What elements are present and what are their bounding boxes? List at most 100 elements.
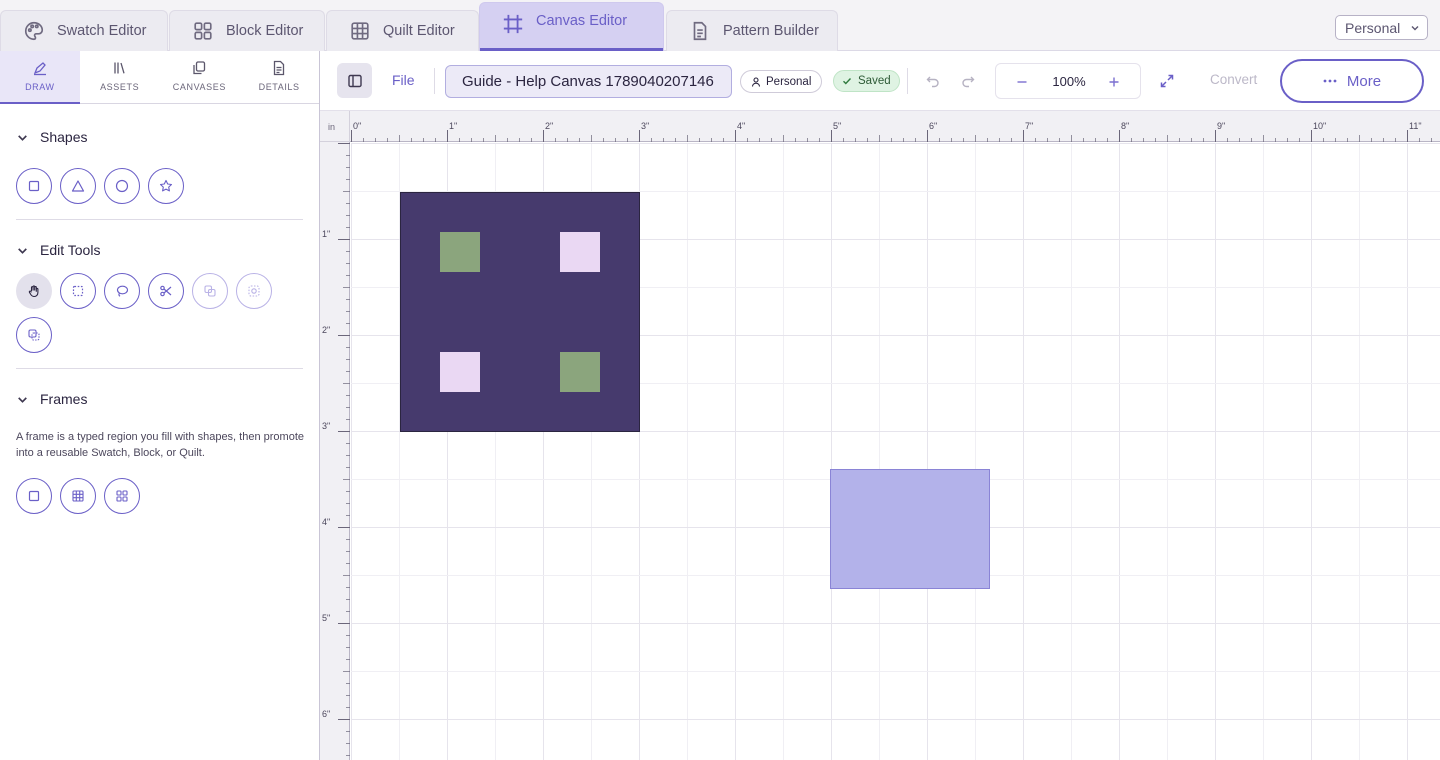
sidebar-tab-label: ASSETS bbox=[100, 82, 140, 92]
lilac-square-shape[interactable] bbox=[560, 232, 600, 272]
expand-icon bbox=[1160, 74, 1174, 88]
block-frame-tool[interactable] bbox=[104, 478, 140, 514]
horizontal-ruler: 0" 1" 2" 3" 4" 5" 6" 7" 8" 9" 10" 11" bbox=[350, 111, 1440, 142]
vertical-ruler-ticks: 1" 2" 3" 4" 5" 6" bbox=[322, 143, 350, 756]
ruler-label: 0" bbox=[353, 121, 361, 131]
design-canvas[interactable]: in 0" 1" 2" 3" 4" 5" 6" 7" 8" 9" 10" 11" 1" 2" 3" 4" 5"… bbox=[320, 111, 1440, 760]
sage-square-shape[interactable] bbox=[440, 232, 480, 272]
vertical-ruler: 1" 2" 3" 4" 5" 6" bbox=[320, 142, 350, 760]
fit-to-screen-button[interactable] bbox=[1156, 70, 1178, 92]
selected-rectangle-shape[interactable] bbox=[830, 469, 990, 589]
workspace-select-value: Personal bbox=[1345, 19, 1401, 36]
merge-tool[interactable] bbox=[192, 273, 228, 309]
sidebar-tab-details[interactable]: DETAILS bbox=[239, 51, 319, 104]
redo-icon bbox=[962, 76, 975, 88]
editor-tab-bar: Swatch Editor Block Editor Quilt Editor … bbox=[0, 0, 1440, 51]
ruler-label: 5" bbox=[833, 121, 841, 131]
tab-label: Canvas Editor bbox=[536, 13, 628, 29]
hand-icon bbox=[28, 285, 39, 298]
lasso-tool[interactable] bbox=[104, 273, 140, 309]
saved-status-badge: Saved bbox=[833, 70, 900, 92]
check-icon bbox=[843, 78, 852, 85]
saved-status-label: Saved bbox=[858, 75, 891, 87]
details-icon bbox=[271, 60, 287, 76]
file-menu-button[interactable]: File bbox=[392, 72, 415, 88]
chevron-down-icon bbox=[16, 244, 29, 257]
owner-badge-label: Personal bbox=[766, 75, 812, 88]
sidebar-tab-canvases[interactable]: CANVASES bbox=[160, 51, 240, 104]
scissors-icon bbox=[160, 285, 172, 297]
tab-label: Block Editor bbox=[226, 23, 304, 39]
ruler-label: 11" bbox=[1409, 121, 1422, 131]
library-icon bbox=[112, 60, 128, 76]
more-dots-icon bbox=[1323, 79, 1337, 83]
section-title: Frames bbox=[40, 391, 88, 407]
lasso-icon bbox=[116, 285, 129, 297]
grid-2x2-icon bbox=[116, 490, 128, 502]
tab-swatch-editor[interactable]: Swatch Editor bbox=[0, 10, 168, 51]
square-shape-tool[interactable] bbox=[16, 168, 52, 204]
canvas-title-input[interactable] bbox=[445, 65, 732, 98]
horizontal-ruler-ticks: 0" 1" 2" 3" 4" 5" 6" 7" 8" 9" 10" 11" bbox=[351, 121, 1432, 142]
triangle-shape-tool[interactable] bbox=[60, 168, 96, 204]
chevron-down-icon bbox=[16, 393, 29, 406]
toggle-sidebar-button[interactable] bbox=[337, 63, 372, 98]
section-title: Edit Tools bbox=[40, 242, 101, 258]
sidebar-tab-label: CANVASES bbox=[172, 82, 226, 92]
tab-quilt-editor[interactable]: Quilt Editor bbox=[326, 10, 479, 51]
pan-tool[interactable] bbox=[16, 273, 52, 309]
cut-tool[interactable] bbox=[148, 273, 184, 309]
section-header-shapes[interactable]: Shapes bbox=[16, 129, 87, 145]
tab-label: Swatch Editor bbox=[57, 23, 147, 39]
grid-2x2-icon bbox=[192, 20, 214, 42]
undo-button[interactable] bbox=[922, 70, 944, 92]
chevron-down-icon bbox=[16, 131, 29, 144]
plus-icon bbox=[1109, 77, 1119, 87]
grid-3x3-icon bbox=[72, 490, 84, 502]
section-header-frames[interactable]: Frames bbox=[16, 391, 87, 407]
zoom-in-button[interactable] bbox=[1104, 72, 1124, 92]
lilac-square-shape[interactable] bbox=[440, 352, 480, 392]
ruler-label: 1" bbox=[449, 121, 457, 131]
triangle-icon bbox=[71, 180, 85, 192]
ruler-label: 7" bbox=[1025, 121, 1033, 131]
sidebar-tab-draw[interactable]: DRAW bbox=[0, 51, 80, 104]
focus-tool[interactable] bbox=[236, 273, 272, 309]
canvas-toolbar: File Personal Saved 100% Convert More bbox=[320, 51, 1440, 111]
quilt-block-shape[interactable] bbox=[400, 192, 640, 432]
more-menu-label: More bbox=[1346, 72, 1382, 90]
ruler-label: 5" bbox=[322, 613, 330, 623]
sidebar-tab-label: DRAW bbox=[25, 82, 55, 92]
tab-pattern-builder[interactable]: Pattern Builder bbox=[666, 10, 838, 51]
swatch-frame-tool[interactable] bbox=[16, 478, 52, 514]
tab-block-editor[interactable]: Block Editor bbox=[169, 10, 325, 51]
redo-button[interactable] bbox=[957, 70, 979, 92]
duplicate-tool[interactable] bbox=[16, 317, 52, 353]
document-icon bbox=[689, 20, 711, 42]
convert-button[interactable]: Convert bbox=[1210, 72, 1257, 87]
ruler-label: 3" bbox=[641, 121, 649, 131]
frames-description: A frame is a typed region you fill with … bbox=[16, 431, 304, 459]
zoom-control: 100% bbox=[995, 63, 1141, 99]
sidebar-tab-assets[interactable]: ASSETS bbox=[80, 51, 160, 104]
sidebar-tabs: DRAW ASSETS CANVASES DETAILS bbox=[0, 51, 319, 104]
section-header-edit-tools[interactable]: Edit Tools bbox=[16, 242, 100, 258]
merge-icon bbox=[204, 285, 216, 297]
star-icon bbox=[159, 179, 173, 192]
ruler-label: 4" bbox=[737, 121, 745, 131]
quilt-frame-tool[interactable] bbox=[60, 478, 96, 514]
dashed-square-icon bbox=[72, 285, 84, 297]
more-menu-button[interactable]: More bbox=[1280, 59, 1424, 103]
workspace-select[interactable]: Personal bbox=[1335, 15, 1428, 40]
section-divider bbox=[16, 368, 303, 369]
tab-canvas-editor[interactable]: Canvas Editor bbox=[479, 2, 664, 51]
section-title: Shapes bbox=[40, 129, 88, 145]
owner-badge[interactable]: Personal bbox=[740, 70, 823, 93]
sage-square-shape[interactable] bbox=[560, 352, 600, 392]
circle-shape-tool[interactable] bbox=[104, 168, 140, 204]
ruler-label: 10" bbox=[1313, 121, 1326, 131]
ruler-label: 6" bbox=[322, 709, 330, 719]
marquee-select-tool[interactable] bbox=[60, 273, 96, 309]
star-shape-tool[interactable] bbox=[148, 168, 184, 204]
user-icon bbox=[751, 76, 761, 87]
